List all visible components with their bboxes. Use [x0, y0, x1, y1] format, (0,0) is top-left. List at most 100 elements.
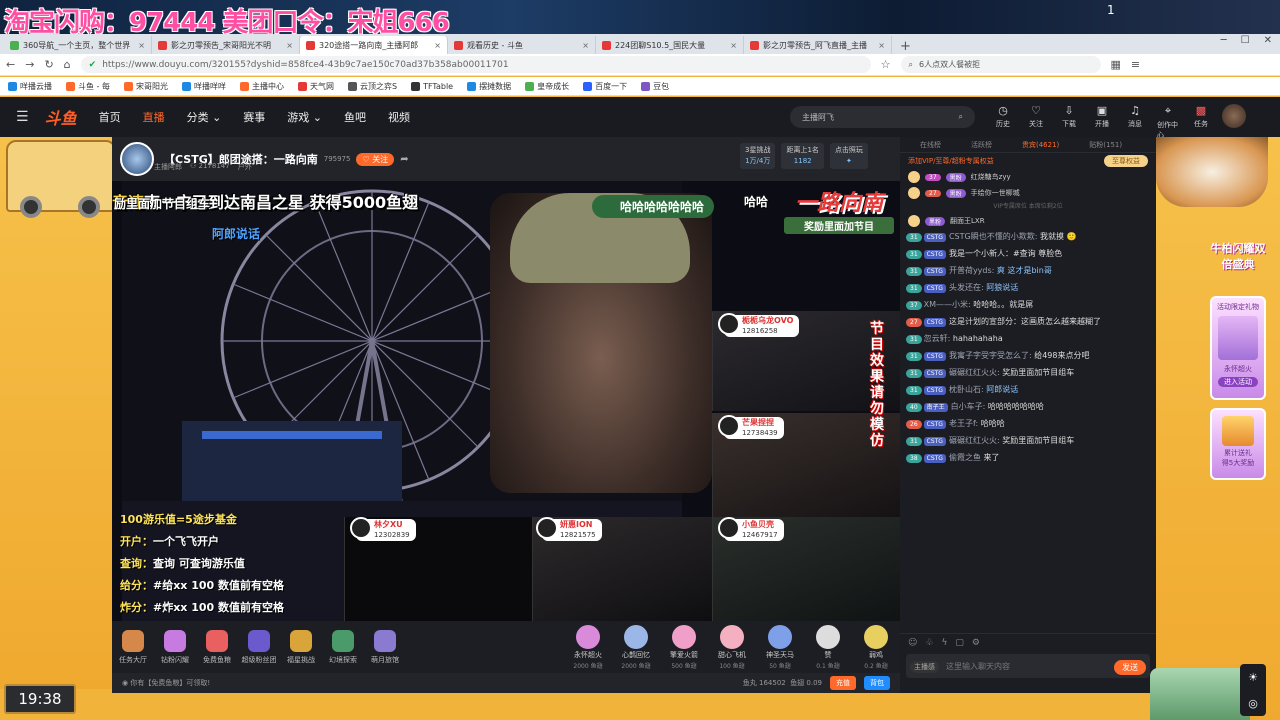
hamburger-icon[interactable]: ☰	[16, 109, 29, 125]
chat-nick[interactable]: 老王子f:	[949, 419, 978, 428]
star-challenge-badge[interactable]: 3星挑战 1万/4万	[740, 143, 776, 169]
settings-icon[interactable]: ⚙	[972, 638, 980, 648]
lightning-icon[interactable]: ϟ	[941, 638, 947, 648]
bookmark-item[interactable]: 摆摊数据	[467, 81, 511, 92]
gift-item[interactable]: 赞 0.1 鱼翅	[804, 624, 852, 670]
fantasy-explore-button[interactable]: 幻境探索	[322, 629, 364, 665]
free-food-notice[interactable]: 你有【免费鱼粮】可领取!	[130, 678, 210, 688]
tab-active-rank[interactable]: 活跃榜	[971, 140, 992, 150]
task-hall-button[interactable]: 任务大厅	[112, 629, 154, 665]
bookmark-item[interactable]: 天气网	[297, 81, 334, 92]
tab-vip[interactable]: 贵宾(4621)	[1022, 140, 1059, 150]
chat-nick[interactable]: 我寓子字受字受怎么了:	[949, 351, 1032, 360]
menu-icon[interactable]: ≡	[1131, 58, 1140, 71]
bookmark-item[interactable]: 咩播咩咩	[181, 81, 226, 92]
close-icon[interactable]: ×	[878, 41, 885, 50]
chat-nick[interactable]: 枕卧山石:	[949, 385, 984, 394]
follow-button[interactable]: ♡ 关注	[356, 152, 395, 166]
emoji-icon[interactable]: ☺	[908, 638, 917, 648]
apps-icon[interactable]: ▦	[1111, 58, 1121, 71]
broadcast-button[interactable]: ▣ 开播	[1091, 104, 1113, 140]
close-icon[interactable]: ×	[582, 41, 589, 50]
gift-item[interactable]: 永怀超火 2000 鱼翅	[564, 624, 612, 670]
vip-rights-button[interactable]: 至尊权益	[1104, 155, 1148, 167]
browser-tab[interactable]: 224团聊S10.5_国民大量 ×	[596, 36, 744, 54]
vip-row[interactable]: 27 黑粉 手绘你一世柳城	[900, 185, 1156, 201]
close-icon[interactable]: ×	[138, 41, 145, 50]
lucky-star-button[interactable]: 福星挑战	[280, 629, 322, 665]
badge-icon[interactable]: ▢	[955, 638, 964, 648]
nav-video[interactable]: 视频	[388, 109, 410, 125]
browser-tab[interactable]: 影之刃零预告_阿飞直播_主播 ×	[744, 36, 892, 54]
cumulative-gift-card[interactable]: 累计送礼 得5大奖励	[1210, 408, 1266, 480]
gift-item[interactable]: 心鹊回忆 2000 鱼翅	[612, 624, 660, 670]
browser-tab[interactable]: 观看历史 - 斗鱼 ×	[448, 36, 596, 54]
browser-tab-active[interactable]: 320途搭一路向南_主播阿郎 ×	[300, 36, 448, 54]
moon-hotel-button[interactable]: 萌月旅馆	[364, 629, 406, 665]
nav-events[interactable]: 赛事	[243, 109, 265, 125]
bookmark-item[interactable]: 咩播云播	[8, 81, 52, 92]
nav-fishbar[interactable]: 鱼吧	[344, 109, 366, 125]
maximize-icon[interactable]: ☐	[1241, 35, 1250, 46]
user-avatar[interactable]	[1222, 104, 1246, 128]
bookmark-item[interactable]: TFTable	[411, 81, 453, 91]
vip-row[interactable]: 37 黑粉 红烧糖鸟zyy	[900, 169, 1156, 185]
chat-nick[interactable]: 白小车子:	[951, 402, 986, 411]
download-button[interactable]: ⇩ 下载	[1058, 104, 1080, 140]
nav-games[interactable]: 游戏 ⌄	[287, 109, 322, 125]
gift-item[interactable]: 弱鸡 0.2 鱼翅	[852, 624, 900, 670]
messages-button[interactable]: ♫ 消息	[1124, 104, 1146, 140]
gift-item[interactable]: 擎爱火箭 500 鱼翅	[660, 624, 708, 670]
close-window-icon[interactable]: ✕	[1264, 35, 1272, 46]
site-logo[interactable]: 斗鱼	[45, 105, 77, 129]
free-fishfood-button[interactable]: 免费鱼粮	[196, 629, 238, 665]
bookmark-item[interactable]: 豆包	[641, 81, 669, 92]
share-icon[interactable]: ➦	[400, 154, 408, 165]
follow-list-button[interactable]: ♡ 关注	[1025, 104, 1047, 140]
fan-icon[interactable]: ♧	[925, 638, 933, 648]
chat-nick[interactable]: 碾碾红红火火:	[949, 436, 1000, 445]
backpack-button[interactable]: 背包	[864, 676, 890, 690]
site-search-input[interactable]: 主播阿飞 ⌕	[790, 106, 975, 128]
diamond-fan-button[interactable]: 钻粉闪耀	[154, 629, 196, 665]
search-icon[interactable]: ⌕	[959, 112, 963, 122]
close-icon[interactable]: ×	[730, 41, 737, 50]
activity-gift-card[interactable]: 活动限定礼物 永怀超火 进入活动	[1210, 296, 1266, 400]
bookmark-item[interactable]: 百度一下	[583, 81, 627, 92]
bookmark-item[interactable]: 主播中心	[239, 81, 284, 92]
bookmark-item[interactable]: 皇帝成长	[525, 81, 569, 92]
side-promo-title[interactable]: 牛柏闪耀双倍盛典	[1208, 240, 1268, 272]
target-icon[interactable]: ◎	[1248, 697, 1258, 710]
gift-item[interactable]: 神圣天马 50 鱼翅	[756, 624, 804, 670]
tab-online-rank[interactable]: 在线榜	[920, 140, 941, 150]
nav-category[interactable]: 分类 ⌄	[187, 109, 222, 125]
tab-fans[interactable]: 贴粉(151)	[1089, 140, 1122, 150]
chat-nick[interactable]: 碾碾红红火火:	[949, 368, 1000, 377]
video-player[interactable]: 栀栀乌龙OVO 12816258 芒果捏捏 12738439 林夕XU 1230283…	[112, 181, 900, 621]
nav-live[interactable]: 直播	[143, 109, 165, 125]
browser-search-input[interactable]: ⌕ 6人点双人餐被拒	[900, 56, 1101, 73]
minimize-icon[interactable]: ─	[1221, 35, 1227, 46]
star-icon[interactable]: ☆	[881, 58, 891, 71]
bookmark-item[interactable]: 宋哥阳光	[123, 81, 168, 92]
history-button[interactable]: ◷ 历史	[992, 104, 1014, 140]
forward-icon[interactable]: →	[25, 58, 34, 71]
room-category[interactable]: 户外	[238, 162, 252, 172]
room-avatar[interactable]	[120, 142, 154, 176]
back-icon[interactable]: ←	[6, 58, 15, 71]
chat-nick[interactable]: 偷霞之鱼	[949, 453, 981, 462]
url-field[interactable]: ✔ https://www.douyu.com/320155?dyshid=85…	[80, 56, 871, 73]
close-icon[interactable]: ×	[286, 41, 293, 50]
chat-nick[interactable]: 忽云轩:	[924, 334, 951, 343]
chat-nick[interactable]: CSTG瞬也不懂的小欺欺:	[949, 232, 1037, 241]
vip-row[interactable]: 黑粉 翻面王LXR	[900, 213, 1156, 229]
home-icon[interactable]: ⌂	[64, 58, 71, 71]
rank-distance-badge[interactable]: 距离上1名 1182	[781, 143, 824, 169]
super-fan-button[interactable]: 超级粉丝团	[238, 629, 280, 665]
tasks-button[interactable]: ▩ 任务	[1190, 104, 1212, 140]
chat-nick[interactable]: 开普荷yyds:	[949, 266, 994, 275]
browser-tab[interactable]: 影之刃零预告_宋哥阳光不明 ×	[152, 36, 300, 54]
browser-tab[interactable]: 360导航_一个主页，整个世界 ×	[4, 36, 152, 54]
recharge-button[interactable]: 充值	[830, 676, 856, 690]
nav-home[interactable]: 首页	[99, 109, 121, 125]
